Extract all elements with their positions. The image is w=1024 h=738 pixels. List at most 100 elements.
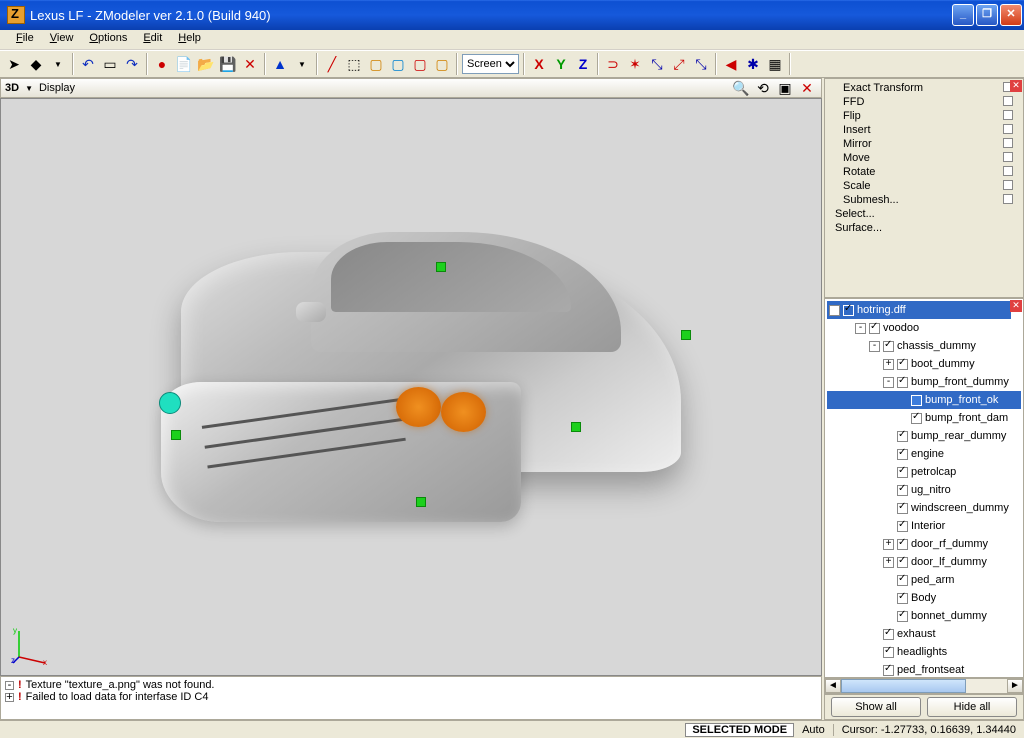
tree-node[interactable]: ped_frontseat [827,661,1021,678]
modify-item[interactable]: Submesh... [831,193,1017,207]
line-tool-icon[interactable]: ╱ [322,54,342,74]
3d-viewport[interactable]: y x z [0,98,822,676]
panel-close-icon[interactable]: ✕ [1010,300,1022,312]
modify-item[interactable]: Flip [831,109,1017,123]
record-icon[interactable]: ● [152,54,172,74]
expand-icon[interactable]: - [5,681,14,690]
coord-select[interactable]: Screen [462,54,519,74]
marker-icon[interactable]: ▲ [270,54,290,74]
panel-close-icon[interactable]: ✕ [1010,80,1022,92]
face-tool-icon[interactable]: ▢ [410,54,430,74]
hide-all-button[interactable]: Hide all [927,697,1017,717]
region-icon[interactable]: ▣ [775,78,795,98]
maximize-vp-icon[interactable]: ✕ [797,78,817,98]
tree-root[interactable]: -hotring.dff [827,301,1011,319]
modify-item[interactable]: Exact Transform [831,81,1017,95]
gizmo-point[interactable] [681,330,691,340]
snap3-icon[interactable]: ⤢ [669,54,689,74]
select-add-icon[interactable]: ◆ [26,54,46,74]
box-tool-icon[interactable]: ▢ [366,54,386,74]
modify-item[interactable]: Scale [831,179,1017,193]
pan-icon[interactable]: ⟲ [753,78,773,98]
open-file-icon[interactable]: 📂 [196,54,216,74]
hierarchy-panel[interactable]: ✕ -hotring.dff-voodoo-chassis_dummy+boot… [824,298,1024,678]
menu-options[interactable]: Options [81,30,135,49]
grid-icon[interactable]: ▦ [765,54,785,74]
axis-y-icon[interactable]: Y [551,54,571,74]
poly-tool-icon[interactable]: ▢ [432,54,452,74]
tree-node[interactable]: +door_lf_dummy [827,553,1021,571]
tree-node[interactable]: Body [827,589,1021,607]
tree-node[interactable]: +door_rf_dummy [827,535,1021,553]
char-icon[interactable]: ✱ [743,54,763,74]
modify-item[interactable]: Rotate [831,165,1017,179]
tree-node[interactable]: engine [827,445,1021,463]
modify-item[interactable]: FFD [831,95,1017,109]
scroll-thumb[interactable] [841,679,966,693]
tree-node[interactable]: -voodoo [827,319,1021,337]
scroll-left-icon[interactable]: ◄ [825,679,841,693]
drop-icon[interactable]: ▼ [48,54,68,74]
menu-edit[interactable]: Edit [135,30,170,49]
gizmo-handle[interactable] [159,392,181,414]
viewport-display-label[interactable]: Display [39,82,75,94]
menu-help[interactable]: Help [170,30,209,49]
gizmo-point[interactable] [436,262,446,272]
snap2-icon[interactable]: ⤡ [647,54,667,74]
redo-icon[interactable]: ↷ [122,54,142,74]
modify-item[interactable]: Mirror [831,137,1017,151]
vp-drop-icon[interactable]: ▼ [25,84,33,93]
tree-node[interactable]: -chassis_dummy [827,337,1021,355]
modify-item[interactable]: Insert [831,123,1017,137]
snap4-icon[interactable]: ⤡ [691,54,711,74]
modify-item[interactable]: Surface... [831,221,1017,235]
tree-node[interactable]: windscreen_dummy [827,499,1021,517]
tree-node[interactable]: bump_front_dam [827,409,1021,427]
modify-item[interactable]: Move [831,151,1017,165]
tree-node[interactable]: bump_rear_dummy [827,427,1021,445]
tree-node[interactable]: +boot_dummy [827,355,1021,373]
menu-view[interactable]: View [42,30,82,49]
menu-file[interactable]: File [8,30,42,49]
snap-icon[interactable]: ✶ [625,54,645,74]
gizmo-point[interactable] [416,497,426,507]
status-mode[interactable]: SELECTED MODE [685,723,794,737]
magnet-icon[interactable]: ⊃ [603,54,623,74]
gizmo-point[interactable] [171,430,181,440]
tree-node[interactable]: bonnet_dummy [827,607,1021,625]
tree-node[interactable]: headlights [827,643,1021,661]
modify-item[interactable]: Select... [831,207,1017,221]
tree-node[interactable]: exhaust [827,625,1021,643]
close-button[interactable]: ✕ [1000,4,1022,26]
scroll-right-icon[interactable]: ► [1007,679,1023,693]
delete-icon[interactable]: ✕ [240,54,260,74]
undo-icon[interactable]: ↶ [78,54,98,74]
message-log[interactable]: -!Texture "texture_a.png" was not found.… [0,676,822,720]
doc-icon[interactable]: ▭ [100,54,120,74]
shape-tool-icon[interactable]: ▢ [388,54,408,74]
save-file-icon[interactable]: 💾 [218,54,238,74]
drop2-icon[interactable]: ▼ [292,54,312,74]
minimize-button[interactable]: _ [952,4,974,26]
show-all-button[interactable]: Show all [831,697,921,717]
expand-icon[interactable]: + [5,693,14,702]
cube-tool-icon[interactable]: ⬚ [344,54,364,74]
tree-node[interactable]: petrolcap [827,463,1021,481]
tree-node[interactable]: Interior [827,517,1021,535]
viewport-type[interactable]: 3D [5,82,19,94]
zoom-icon[interactable]: 🔍 [731,78,751,98]
select-mode-icon[interactable]: ◀ [721,54,741,74]
tree-node[interactable]: ug_nitro [827,481,1021,499]
new-file-icon[interactable]: 📄 [174,54,194,74]
status-auto[interactable]: Auto [794,724,834,736]
tree-node[interactable]: bump_front_ok [827,391,1021,409]
maximize-button[interactable]: ❐ [976,4,998,26]
arrow-tool-icon[interactable]: ➤ [4,54,24,74]
tree-node[interactable]: ped_arm [827,571,1021,589]
hierarchy-scrollbar[interactable]: ◄ ► [824,678,1024,694]
axis-x-icon[interactable]: X [529,54,549,74]
axis-z-icon[interactable]: Z [573,54,593,74]
gizmo-point[interactable] [571,422,581,432]
headlight-right [441,392,486,432]
tree-node[interactable]: -bump_front_dummy [827,373,1021,391]
